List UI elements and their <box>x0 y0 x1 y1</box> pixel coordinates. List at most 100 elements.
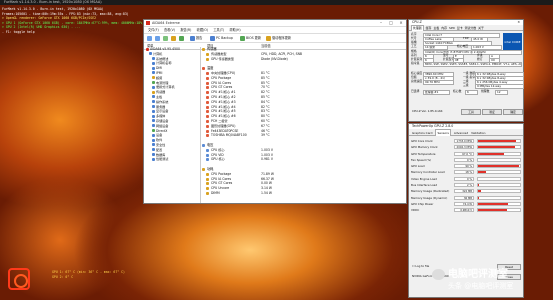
gpuz-tab[interactable]: Validation <box>471 130 485 136</box>
sensor-icon <box>206 95 209 99</box>
menu-view[interactable]: 查看(V) <box>164 27 175 33</box>
close-button[interactable]: × <box>396 20 406 26</box>
watermark-icon <box>432 269 445 280</box>
cpuz-tools-button[interactable]: 工具 <box>461 109 481 115</box>
aida64-title: AIDA64 Extreme <box>152 21 180 25</box>
gpuz-tab[interactable]: Advanced <box>454 130 468 136</box>
gpuz-sensor-value: 67.0 °C <box>454 151 474 156</box>
cpuz-tab[interactable]: 内存 <box>441 26 447 31</box>
back-button[interactable] <box>147 35 153 41</box>
gpuz-title: TechPowerUp GPU-Z 2.8.0 <box>412 124 454 128</box>
sensor-icon <box>206 124 209 128</box>
cpuz-field-label: 核心电压 <box>457 44 469 48</box>
menu-help[interactable]: 帮助(H) <box>229 27 240 33</box>
cpuz-tab[interactable]: 显卡 <box>457 26 463 31</box>
sensor-icon <box>206 187 209 191</box>
cpuz-tabs: 处理器 缓存 主板 内存 SPD 显卡 测试分数 关于 <box>409 25 523 31</box>
furmark-title-bar: FurMark v1.14.3.0 - Burn-in test, 1920x1… <box>0 0 553 5</box>
gpuz-sensor-graph <box>477 189 521 194</box>
cpuz-field-label: 指令集 <box>411 61 420 65</box>
tree-item-label: 主板 <box>156 94 163 99</box>
tree-item-label: AIDA64 v5.95.4500 <box>150 47 180 51</box>
driver-update-label: 驱动程序更新 <box>272 36 292 40</box>
forward-arrow-icon <box>155 35 160 41</box>
sensor-icon <box>206 110 209 114</box>
furmark-osd-gpu-temps: GPU 1: 67° C (min: 36° C - max: 67° C) GP… <box>52 270 125 279</box>
user-button[interactable] <box>171 35 177 41</box>
sensor-icon <box>206 148 209 152</box>
aida64-tree-pane[interactable]: AIDA64 v5.95.4500 计算机 系统概述 计算机名称 DMI IPMI 超频 电源… <box>144 47 201 203</box>
tree-item-label: 设备 <box>156 133 163 138</box>
tree-item-label: 计算机 <box>153 51 163 56</box>
gpuz-sensor-label: VDDC <box>411 208 420 213</box>
cpuz-field-label: 修订 <box>477 57 483 61</box>
tree-item-label: 存储设备 <box>156 118 169 123</box>
furmark-logo-icon <box>8 268 30 290</box>
gpuz-sensor-bar <box>478 202 509 205</box>
tree-item-label: DirectX <box>156 128 168 133</box>
cpuz-field-label: TDP <box>463 36 469 40</box>
tree-item-label: DMI <box>156 66 162 71</box>
cpuz-tab[interactable]: SPD <box>449 26 455 31</box>
gpuz-sensor-value: 322 MB <box>454 189 474 194</box>
osd-gpu-temp-line: GPU 1: 67° C (min: 36° C - max: 67° C) <box>52 270 125 274</box>
cpuz-window[interactable]: CPU-Z × 处理器 缓存 主板 内存 SPD 显卡 测试分数 关于 intel CORE i… <box>408 19 524 122</box>
refresh-button[interactable] <box>163 35 169 41</box>
tree-item-label: 操作系统 <box>156 99 169 104</box>
gpuz-sensor-bar <box>478 171 486 174</box>
furmark-osd: FurMark v1.14.3.0 - Burn-in test, 1920x1… <box>2 7 219 35</box>
tree-node-icon <box>152 85 155 89</box>
cpuz-ok-button[interactable]: 确定 <box>503 109 523 115</box>
menu-report[interactable]: 报告(R) <box>180 27 191 33</box>
gpuz-sensor-value: 2 % <box>454 183 474 188</box>
sensor-icon <box>206 57 209 61</box>
driver-icon <box>266 35 271 41</box>
bios-update-button[interactable]: BIOS 更新 <box>240 35 261 41</box>
cpuz-tab[interactable]: 处理器 <box>411 25 424 31</box>
menu-favorites[interactable]: 收藏(O) <box>197 27 208 33</box>
maximize-button[interactable]: □ <box>386 20 396 26</box>
report-label: 报告 <box>196 36 203 40</box>
cpuz-tab[interactable]: 测试分数 <box>465 26 477 31</box>
gpuz-sensor-list: GPU Core Clock 1733.0 MHz GPU Memory Clock… <box>409 138 525 214</box>
sensor-icon <box>206 182 209 186</box>
chart-button[interactable] <box>179 35 185 41</box>
gpuz-tab[interactable]: Graphics Card <box>412 130 432 136</box>
driver-update-button[interactable]: 驱动程序更新 <box>266 35 291 41</box>
aida64-window[interactable]: AIDA64 Extreme – □ × 文件(F) 查看(V) 报告(R) 收… <box>143 19 407 204</box>
tree-node-icon <box>152 61 155 65</box>
sensor-icon <box>206 177 209 181</box>
tree-item[interactable]: 性能测试 <box>144 157 200 162</box>
report-button[interactable]: 报告 <box>190 35 202 41</box>
tree-node-icon <box>152 90 155 94</box>
forward-button[interactable] <box>155 35 161 41</box>
cpuz-tab[interactable]: 主板 <box>433 26 439 31</box>
gpuz-sensor-bar <box>478 140 516 142</box>
cpuz-tab[interactable]: 关于 <box>478 26 484 31</box>
aida64-menu-bar: 文件(F) 查看(V) 报告(R) 收藏(O) 工具(T) 帮助(H) <box>144 27 406 34</box>
aida64-title-bar[interactable]: AIDA64 Extreme – □ × <box>144 20 406 27</box>
gpuz-tab[interactable]: Sensors <box>435 129 451 136</box>
log-to-file-label: Log to file <box>415 264 430 268</box>
gpuz-sensor-graph <box>477 139 521 143</box>
minimize-button[interactable]: – <box>376 20 386 26</box>
aida64-toolbar: 报告 PC Backup BIOS 更新 驱动程序更新 <box>144 34 406 43</box>
cpuz-tab[interactable]: 缓存 <box>426 26 432 31</box>
report-icon <box>190 35 195 41</box>
cpuz-validate-button[interactable]: 验证 <box>482 109 502 115</box>
tree-item-label: 电源管理 <box>156 80 169 85</box>
tree-item-label: IPMI <box>156 70 163 75</box>
gpuz-sensor-bar <box>478 184 479 187</box>
sensor-icon <box>206 191 209 195</box>
pc-backup-label: PC Backup <box>216 36 233 40</box>
cpuz-title-bar[interactable]: CPU-Z × <box>409 20 523 25</box>
cpuz-close-button[interactable]: × <box>517 20 520 25</box>
cpuz-field-value: 99.76 MHz <box>423 80 454 86</box>
menu-file[interactable]: 文件(F) <box>148 27 159 33</box>
tree-node-icon <box>152 148 155 152</box>
aida64-sensor-list[interactable]: 传感器 传感器类型 CPU, HDD, ACPI, PCH, SNB GPU 传感器类… <box>201 47 406 203</box>
pc-backup-button[interactable]: PC Backup <box>210 35 233 41</box>
log-to-file-checkbox[interactable]: ☐ Log to file <box>412 264 429 268</box>
menu-tools[interactable]: 工具(T) <box>213 27 224 33</box>
sensor-icon <box>206 100 209 104</box>
